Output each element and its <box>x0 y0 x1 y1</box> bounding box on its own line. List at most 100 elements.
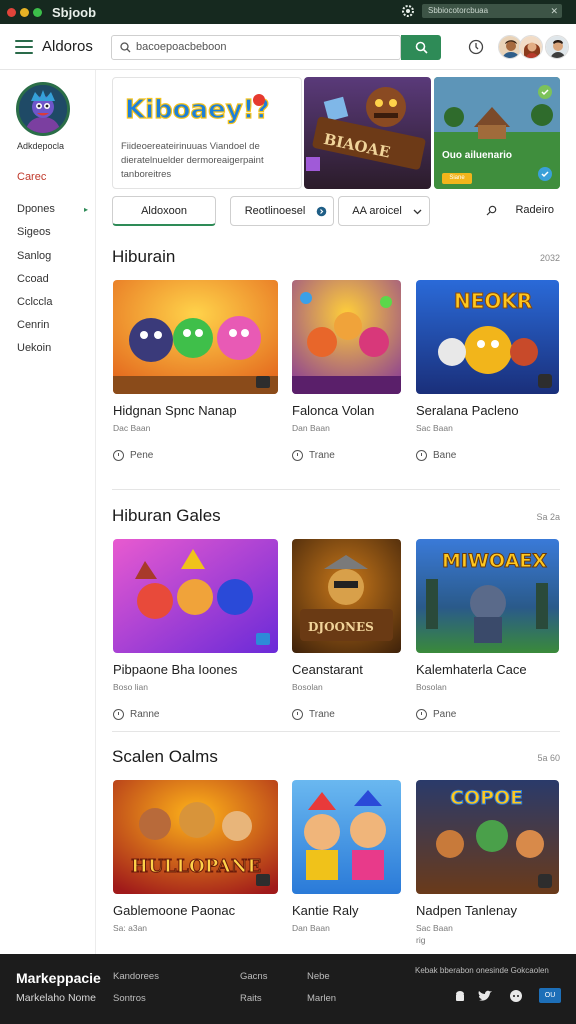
menu-icon[interactable] <box>15 40 33 54</box>
sidebar-item-label: Carec <box>17 171 47 183</box>
sidebar-item-label: Sanlog <box>17 249 52 262</box>
search-placeholder: bacoepoacbeboon <box>136 41 227 53</box>
language-badge[interactable]: OU <box>539 988 561 1003</box>
section-title: Hiburain <box>112 247 176 266</box>
game-meta: Dac Baan <box>113 423 151 433</box>
footer-link[interactable]: Marlen <box>307 993 336 1004</box>
promo-banner[interactable]: Ouo ailuenario Siane <box>434 77 560 189</box>
sort-button[interactable]: Radeiro <box>480 196 560 226</box>
promo-title: Ouo ailuenario <box>442 150 513 161</box>
window-title: Sbjoob <box>52 4 97 20</box>
game-card[interactable]: MIWOAEX Kalemhaterla Cace Bosolan Pane <box>416 539 559 720</box>
promo-button[interactable]: Siane <box>442 173 472 184</box>
check-badge-icon <box>538 85 552 99</box>
sidebar-item-cclccla[interactable]: Cclccla <box>17 295 92 318</box>
window-controls <box>7 7 42 17</box>
game-action[interactable]: Bane <box>416 450 559 461</box>
game-action[interactable]: Trane <box>292 450 401 461</box>
featured-banner[interactable]: BIAOAE <box>304 77 431 189</box>
game-card[interactable]: Falonca Volan Dan Baan Trane <box>292 280 401 461</box>
game-card[interactable]: Hidgnan Spnc Nanap Dac Baan Pene <box>113 280 278 461</box>
footer-brand: Markeppacie <box>16 970 101 986</box>
sidebar-item-dpones[interactable]: Dpones ▸ <box>17 202 92 225</box>
search-button[interactable] <box>401 35 441 60</box>
game-card[interactable]: DJOONES Ceanstarant Bosolan Trane <box>292 539 401 720</box>
footer-link[interactable]: Sontros <box>113 993 146 1004</box>
footer-subtitle: Markelaho Nome <box>16 992 96 1004</box>
sidebar-item-label: Ccoad <box>17 272 49 285</box>
game-title: Ceanstarant <box>292 662 363 677</box>
filter-primary-button[interactable]: Aldoxoon <box>112 196 216 226</box>
game-thumbnail: DJOONES <box>292 539 401 653</box>
footer-link[interactable]: Nebe <box>307 971 330 982</box>
settings-gear-icon[interactable] <box>400 3 416 19</box>
profile-avatar[interactable] <box>16 82 70 136</box>
sidebar-item-ccoad[interactable]: Ccoad <box>17 272 92 295</box>
game-action[interactable]: Pane <box>416 709 559 720</box>
search-icon <box>486 205 497 216</box>
footer: Markeppacie Markelaho Nome Kandorees Gac… <box>0 954 576 1024</box>
footer-link[interactable]: Raits <box>240 993 262 1004</box>
game-action-label: Ranne <box>130 709 160 720</box>
game-meta: Boso lian <box>113 682 148 692</box>
titlebar-search-text: Sbbiocotorcbuaa <box>428 6 489 15</box>
section-count: 2032 <box>539 253 560 263</box>
info-icon <box>316 206 327 217</box>
game-title: Gablemoone Paonac <box>113 903 236 918</box>
game-thumbnail: HULLOPANE <box>113 780 278 894</box>
discord-icon[interactable] <box>508 988 524 1004</box>
search-icon <box>415 41 428 54</box>
maximize-window-button[interactable] <box>33 7 42 17</box>
profile-username: Adkdepocla <box>17 141 65 151</box>
android-icon[interactable] <box>452 988 468 1004</box>
game-meta: Bosolan <box>416 682 447 692</box>
avatar[interactable] <box>519 35 543 59</box>
hero-card[interactable]: Kiboaey!? Fiideoereateirinuuas Viandoel … <box>112 77 302 189</box>
filter-label: Aldoxoon <box>141 205 187 217</box>
section-title: Scalen Oalms <box>112 747 218 766</box>
game-action[interactable]: Pene <box>113 450 278 461</box>
game-title: Pibpaone Bha Ioones <box>113 662 238 677</box>
filter-reotlinoesel-button[interactable]: Reotlinoesel <box>230 196 334 226</box>
hero-logo: Kiboaey!? <box>124 94 270 126</box>
svg-text:COPOE: COPOE <box>450 787 523 809</box>
game-section: Scalen Oalms 5a 60 HULLOPANE Gablemoone … <box>112 747 560 954</box>
clear-search-icon[interactable]: ✕ <box>550 4 558 18</box>
sidebar-item-sigeos[interactable]: Sigeos <box>17 225 92 248</box>
filter-bar: Aldoxoon Reotlinoesel AA aroicel Radeiro <box>112 196 560 227</box>
avatar[interactable] <box>545 35 569 59</box>
sidebar-item-carec[interactable]: Carec <box>17 170 92 193</box>
game-action-label: Pene <box>130 450 154 461</box>
sidebar-item-label: Cenrin <box>17 319 50 332</box>
sidebar-item-label: Sigeos <box>17 226 51 239</box>
history-icon[interactable] <box>467 38 485 56</box>
sidebar-item-sanlog[interactable]: Sanlog <box>17 249 92 272</box>
titlebar-search[interactable]: Sbbiocotorcbuaa ✕ <box>422 4 562 18</box>
game-action[interactable]: Ranne <box>113 709 278 720</box>
footer-link[interactable]: Kandorees <box>113 971 159 982</box>
twitter-icon[interactable] <box>477 988 493 1004</box>
filter-dropdown[interactable]: AA aroicel <box>338 196 430 226</box>
game-card[interactable]: Pibpaone Bha Ioones Boso lian Ranne <box>113 539 278 720</box>
window-titlebar: Sbjoob Sbbiocotorcbuaa ✕ <box>0 0 576 24</box>
game-action[interactable]: Trane <box>292 709 401 720</box>
footer-link[interactable]: Gacns <box>240 971 267 982</box>
close-window-button[interactable] <box>7 7 16 17</box>
game-card[interactable]: NEOKR Seralana Pacleno Sac Baan Bane <box>416 280 559 461</box>
game-card[interactable]: Kantie Raly Dan Baan <box>292 780 401 933</box>
clock-icon <box>416 450 427 461</box>
game-section: Hiburan Gales Sa 2a Pibpaone Bha Ioones … <box>112 506 560 732</box>
chevron-right-icon: ▸ <box>83 205 88 215</box>
game-action-label: Trane <box>309 709 335 720</box>
game-action-label: Bane <box>433 450 457 461</box>
hero-description: Fiideoereateirinuuas Viandoel de dierate… <box>121 141 264 180</box>
search-input[interactable]: bacoepoacbeboon <box>111 35 401 60</box>
game-card[interactable]: COPOE Nadpen Tanlenay Sac Baan rig <box>416 780 559 945</box>
sidebar-item-uekoin[interactable]: Uekoin <box>17 341 92 364</box>
game-card[interactable]: HULLOPANE Gablemoone Paonac Sa: a3an <box>113 780 278 933</box>
minimize-window-button[interactable] <box>20 7 29 17</box>
app-header: Aldoros bacoepoacbeboon <box>0 24 576 70</box>
section-count: Sa 2a <box>536 512 560 522</box>
sidebar: Adkdepocla Carec Dpones ▸ Sigeos Sanlog C… <box>0 70 96 954</box>
sidebar-item-cenrin[interactable]: Cenrin <box>17 318 92 341</box>
